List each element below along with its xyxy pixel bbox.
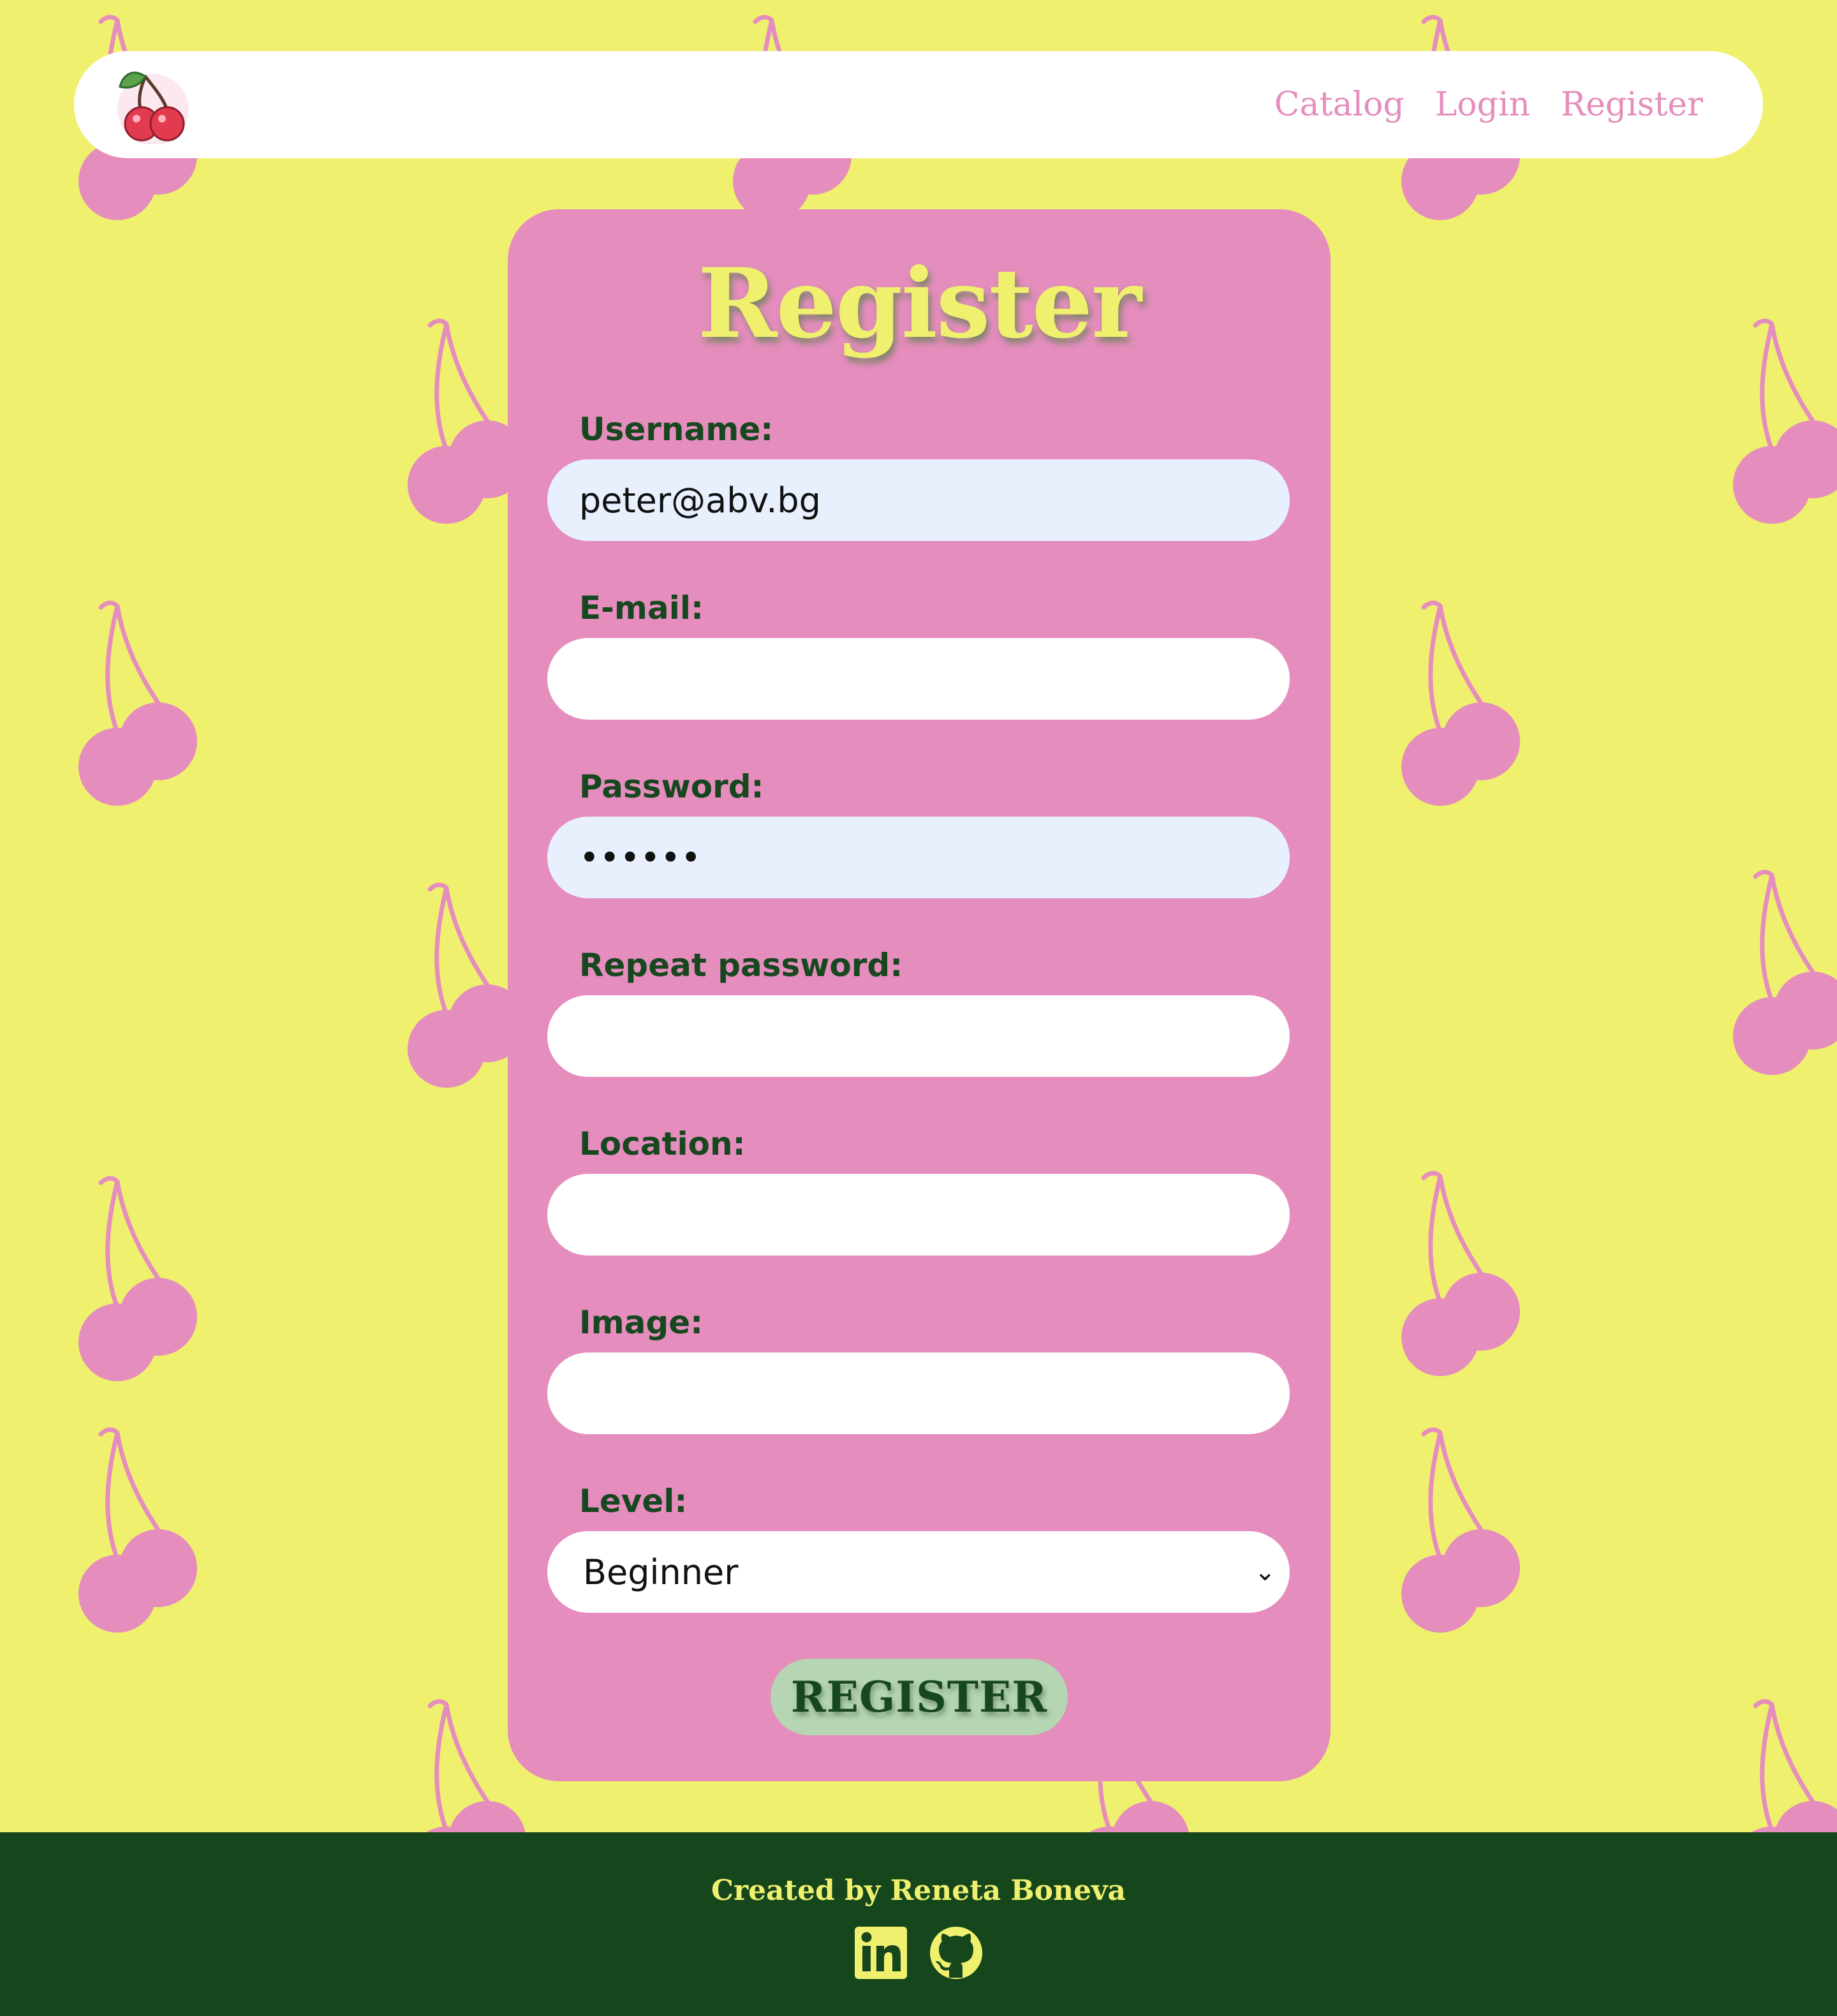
chevron-down-icon: ⌄ <box>1254 1557 1276 1587</box>
site-header: Catalog Login Register <box>74 51 1763 158</box>
nav-link-register[interactable]: Register <box>1561 85 1703 124</box>
level-select[interactable]: Beginner ⌄ <box>547 1531 1290 1613</box>
linkedin-icon[interactable] <box>853 1925 908 1980</box>
nav-link-catalog[interactable]: Catalog <box>1274 85 1405 124</box>
repeat-password-label: Repeat password: <box>579 947 903 984</box>
image-input[interactable] <box>547 1353 1290 1434</box>
site-footer: Created by Reneta Boneva <box>0 1832 1837 2016</box>
cherry-logo-icon[interactable] <box>114 65 193 144</box>
form-title: Register <box>697 248 1142 360</box>
nav-link-login[interactable]: Login <box>1435 85 1530 124</box>
email-input[interactable] <box>547 638 1290 720</box>
register-button[interactable]: REGISTER <box>771 1659 1068 1735</box>
main-nav: Catalog Login Register <box>1274 51 1703 158</box>
repeat-password-input[interactable] <box>547 995 1290 1077</box>
password-input[interactable] <box>547 817 1290 898</box>
username-input[interactable] <box>547 459 1290 541</box>
level-label: Level: <box>579 1483 688 1520</box>
register-form-card: Register Username: E-mail: Password: Rep… <box>508 209 1331 1781</box>
email-label: E-mail: <box>579 589 704 626</box>
password-label: Password: <box>579 768 764 805</box>
location-label: Location: <box>579 1125 746 1162</box>
footer-credit: Created by Reneta Boneva <box>711 1874 1126 1907</box>
level-selected-value: Beginner <box>583 1552 739 1592</box>
github-icon[interactable] <box>929 1925 984 1980</box>
image-label: Image: <box>579 1304 704 1341</box>
location-input[interactable] <box>547 1174 1290 1256</box>
username-label: Username: <box>579 411 774 448</box>
